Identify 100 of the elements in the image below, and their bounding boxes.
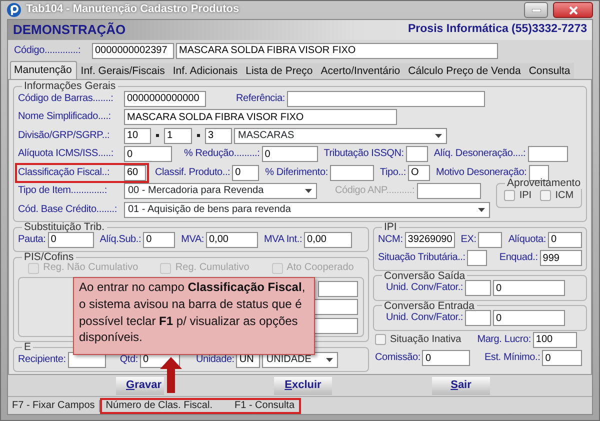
hint-tooltip: Ao entrar no campo Classificação Fiscal, o sistema avisou na barra de status que é possível teclar F1 p/ visualizar as opções disponíveis. [73,277,315,355]
input-field[interactable]: 999 [540,250,582,266]
field-label: Qtd: [120,354,138,366]
input-field[interactable]: 1 [164,128,192,144]
input-field[interactable]: 0000000000000 [124,90,206,107]
input-field[interactable]: 0 [124,146,172,162]
input-field[interactable]: O [408,164,430,181]
caret-icon [478,208,485,212]
field-label: MVA Int.: [264,234,302,246]
tab[interactable]: Cálculo Preço de Venda [404,63,525,79]
tab[interactable]: Consulta [524,63,574,79]
checkbox-label: IPI [519,190,532,202]
field-label: Recipiente: [18,354,66,366]
field-label: Referência: [236,92,285,105]
checkbox-label: Ato Cooperado [286,262,354,274]
input-field[interactable] [406,146,428,162]
field-label: NCM: [378,234,403,246]
input-field[interactable]: 0,00 [304,232,352,248]
input-field[interactable] [465,310,492,326]
input-field[interactable]: 0 [422,350,470,366]
group-title: PIS/Cofins [23,252,74,262]
input-field[interactable] [528,146,568,162]
checkbox-label: Situação Inativa [390,334,462,346]
field-label: Divisão/GRP/SGRP..: [18,130,111,142]
group-title: Informações Gerais [23,81,117,92]
group-title: Substituição Trib. [23,222,106,232]
input-field[interactable]: MASCARA SOLDA FIBRA VISOR FIXO [176,42,498,58]
minimize-icon [532,8,540,12]
input-field[interactable]: 0 [232,164,260,181]
checkbox[interactable] [375,334,386,346]
input-field[interactable] [478,232,502,248]
action-button[interactable]: Excluir [274,376,332,394]
field-label: Alíquota: [508,234,546,246]
action-button[interactable]: Sair [432,376,490,394]
input-field[interactable]: 0000000002397 [92,42,174,58]
company-name: DEMONSTRAÇÃO [13,22,126,38]
field-label: Pauta: [18,234,46,246]
input-field[interactable]: 3 [205,128,232,144]
field-label: Comissão: [375,352,420,364]
checkbox[interactable] [504,190,516,202]
field-label: Alíq.Sub.: [100,234,142,246]
input-field[interactable]: 39269090 [404,232,455,248]
group-title: Aproveitamento [507,178,582,188]
dropdown[interactable]: 01 - Aquisição de bens para revenda [124,202,490,218]
caret-icon [435,134,442,138]
field-label: % Redução.........: [184,148,260,160]
input-field[interactable]: 100 [532,332,577,348]
caret-icon [305,189,312,194]
close-button[interactable] [553,2,593,18]
field-label: Marg. Lucro: [477,334,531,346]
checkbox[interactable] [540,190,552,202]
tab[interactable]: Inf. Adicionais [168,63,242,79]
field-label: Motivo Desoneração: [436,166,527,178]
tab[interactable]: Acerto/Inventário [316,63,404,79]
minimize-button[interactable] [524,2,548,18]
field-label: Alíq. Desoneração....: [434,148,526,160]
input-field[interactable]: MASCARA SOLDA FIBRA VISOR FIXO [124,109,397,126]
contact-info: Prosis Informática (55)3332-7273 [408,23,587,37]
field-label: Código ANP..........: [335,185,415,198]
field-label: Unidade: [196,354,234,366]
close-icon [568,6,578,14]
field-label: Enquad.: [499,252,538,264]
field-label: Classificação Fiscal..: [18,166,111,179]
field-label: Código de Barras.......: [18,92,114,105]
status-text: F7 - Fixar Campos [8,400,100,412]
checkbox-label: ICM [555,190,574,202]
input-field[interactable]: 0 [48,232,94,248]
input-field[interactable]: 0 [548,232,582,248]
input-field[interactable] [318,280,358,297]
field-label: Classif. Produto..: [155,166,230,179]
input-field[interactable]: 60 [124,164,146,181]
input-field[interactable]: 0 [143,232,176,248]
window-title: Tab104 - Manutenção Cadastro Produtos [26,3,240,17]
input-field[interactable] [286,90,485,107]
tab[interactable]: Manutenção [10,61,77,79]
group-title: IPI [383,222,398,232]
field-label: Tributação ISSQN: [324,148,404,160]
field-label: % Diferimento: [265,166,328,179]
input-field[interactable]: 10 [124,128,151,144]
input-field[interactable] [467,250,488,266]
input-field[interactable]: 0,00 [206,232,258,248]
tab[interactable]: Inf. Gerais/Fiscais [76,63,169,79]
field-label: Nome Simplificado....: [18,111,112,124]
field-label: Unid. Conv/Fator.: [386,282,464,294]
input-field[interactable]: 0 [262,146,318,162]
field-label: Código.............: [14,44,82,56]
dropdown[interactable]: MASCARAS [234,128,447,144]
tab[interactable]: Lista de Preço [242,63,317,79]
input-field[interactable] [465,280,492,296]
field-label: MVA: [181,234,204,246]
input-field[interactable]: 0 [493,280,566,296]
input-field[interactable]: 0 [493,310,566,326]
group-title: Conversão Saída [383,270,466,281]
action-button[interactable]: Gravar [116,376,164,394]
input-field[interactable] [416,183,481,200]
input-field[interactable] [330,164,374,181]
dropdown[interactable]: 00 - Mercadoria para Revenda [124,183,317,200]
field-label: Tipo..: [380,166,406,179]
status-text: F1 - Consulta [234,400,296,412]
input-field[interactable]: 0 [542,350,582,366]
